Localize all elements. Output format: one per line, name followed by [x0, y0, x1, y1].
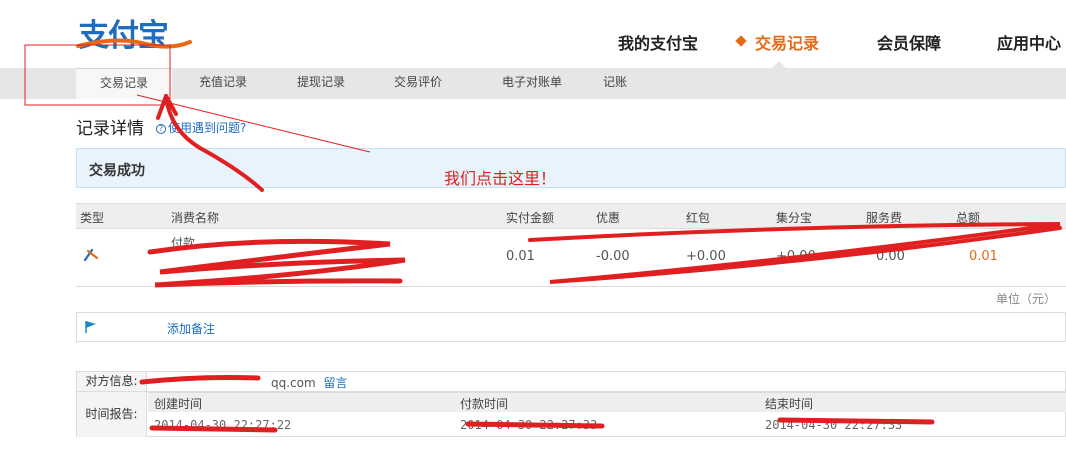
help-icon: ? [156, 124, 166, 134]
paid-time-value: 2014-04-30 22:27:33 [460, 418, 598, 432]
transaction-table-header: 类型 消费名称 实付金额 优惠 红包 集分宝 服务费 总额 [76, 203, 1066, 229]
nav-app-center[interactable]: 应用中心 [997, 30, 1061, 54]
fee-value: 0.00 [876, 249, 905, 264]
discount-value: -0.00 [596, 249, 630, 264]
counterpart-value: qq.com 留言 [153, 374, 348, 391]
note-box: 添加备注 [76, 312, 1066, 342]
col-fee: 服务费 [866, 211, 903, 225]
subnav-e-statement[interactable]: 电子对账单 [482, 68, 582, 99]
end-time-header: 结束时间 [765, 397, 814, 411]
info-table: 对方信息: qq.com 留言 时间报告: 创建时间 付款时间 结束时间 201… [76, 371, 1066, 437]
active-nav-pointer-icon [772, 61, 786, 68]
page-title: 记录详情 [76, 119, 144, 139]
annotation-arrowhead [156, 94, 178, 120]
subnav-bookkeeping[interactable]: 记账 [590, 68, 640, 99]
status-text: 交易成功 [89, 163, 145, 179]
flag-icon [85, 321, 96, 333]
transfer-icon [83, 248, 99, 262]
col-red-packet: 红包 [686, 211, 711, 225]
col-amount: 实付金额 [506, 211, 555, 225]
counterpart-label: 对方信息: [77, 372, 147, 391]
nav-transaction-records[interactable]: 交易记录 [755, 30, 819, 54]
red-packet-value: +0.00 [686, 249, 726, 264]
help-link[interactable]: ? 使用遇到问题? [156, 119, 246, 136]
sub-nav: 交易记录 充值记录 提现记录 交易评价 电子对账单 记账 [0, 68, 1066, 99]
subnav-transaction-records[interactable]: 交易记录 [76, 68, 172, 99]
annotation-text: 我们点击这里！ [444, 169, 557, 188]
counterpart-account: qq.com [271, 376, 316, 390]
jifenbao-value: +0.00 [776, 249, 816, 264]
subnav-transaction-reviews[interactable]: 交易评价 [377, 68, 459, 99]
nav-my-alipay[interactable]: 我的支付宝 [618, 30, 698, 54]
col-jifenbao: 集分宝 [776, 211, 813, 225]
status-bar: 交易成功 [76, 148, 1066, 188]
help-link-label: 使用遇到问题? [168, 121, 247, 135]
created-time-header: 创建时间 [154, 397, 203, 411]
amount-value: 0.01 [506, 249, 535, 264]
col-type: 类型 [80, 211, 105, 225]
table-row: 付款 0.01 -0.00 +0.00 +0.00 0.00 0.01 [76, 229, 1066, 287]
message-link[interactable]: 留言 [324, 376, 348, 390]
transaction-name: 付款 [171, 236, 196, 250]
total-value: 0.01 [969, 249, 998, 264]
created-time-value: 2014-04-30 22:27:22 [154, 418, 292, 432]
add-note-link[interactable]: 添加备注 [167, 320, 215, 337]
col-total: 总额 [956, 211, 981, 225]
end-time-value: 2014-04-30 22:27:33 [765, 418, 903, 432]
col-name: 消费名称 [171, 211, 220, 225]
subnav-recharge-records[interactable]: 充值记录 [182, 68, 264, 99]
top-header: 支付宝 我的支付宝 交易记录 会员保障 应用中心 [0, 0, 1066, 68]
time-report-label: 时间报告: [77, 392, 147, 437]
time-header: 创建时间 付款时间 结束时间 [148, 392, 1066, 412]
nav-member-protection[interactable]: 会员保障 [877, 30, 941, 54]
subnav-withdraw-records[interactable]: 提现记录 [280, 68, 362, 99]
time-row: 2014-04-30 22:27:22 2014-04-30 22:27:33 … [148, 413, 1066, 437]
unit-label: 单位（元） [995, 292, 1056, 306]
col-discount: 优惠 [596, 211, 621, 225]
paid-time-header: 付款时间 [460, 397, 509, 411]
main-nav: 我的支付宝 交易记录 会员保障 应用中心 [0, 30, 1066, 54]
